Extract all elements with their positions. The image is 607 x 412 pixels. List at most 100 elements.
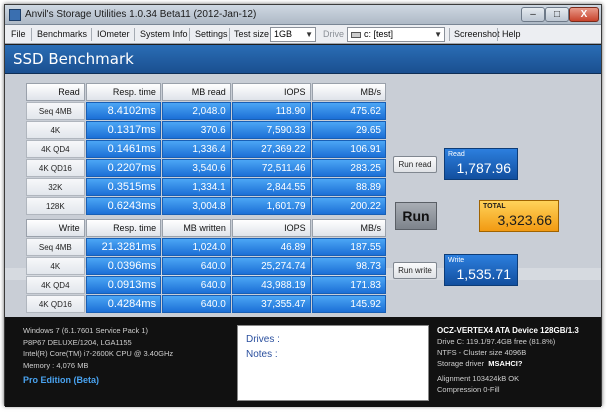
read-column-header: Read — [26, 83, 85, 101]
resp-time-cell: 0.1461ms — [85, 140, 161, 158]
test-size-label: Test size — [234, 29, 270, 39]
test-label: 32K — [26, 178, 85, 196]
mbs-cell: 145.92 — [311, 295, 386, 313]
mbs-cell: 106.91 — [311, 140, 386, 158]
iops-cell: 2,844.55 — [231, 178, 311, 196]
menu-separator — [189, 28, 190, 41]
menu-benchmarks[interactable]: Benchmarks — [37, 28, 87, 42]
mbs-cell: 29.65 — [311, 121, 386, 139]
close-button[interactable]: X — [569, 7, 599, 22]
table-row: 4K 0.0396ms 640.0 25,274.74 98.73 — [26, 257, 386, 275]
mbs-cell: 283.25 — [311, 159, 386, 177]
motherboard-info: P8P67 DELUXE/1204, LGA1155 — [23, 337, 132, 347]
device-name: OCZ-VERTEX4 ATA Device 128GB/1.3 — [437, 326, 579, 335]
test-label: 4K QD16 — [26, 295, 85, 313]
window-title: Anvil's Storage Utilities 1.0.34 Beta11 … — [25, 9, 257, 20]
iops-cell: 1,601.79 — [231, 197, 311, 215]
read-score: 1,787.96 — [456, 160, 512, 176]
edition-label: Pro Edition (Beta) — [23, 375, 99, 385]
menu-screenshot[interactable]: Screenshot — [454, 28, 500, 42]
iops-cell: 27,369.22 — [231, 140, 311, 158]
read-header-row: Read Resp. time MB read IOPS MB/s — [26, 83, 386, 101]
mbs-cell: 98.73 — [311, 257, 386, 275]
resp-time-column-header: Resp. time — [85, 83, 161, 101]
storage-driver-line: Storage driver MSAHCI? — [437, 358, 579, 369]
iops-cell: 43,988.19 — [231, 276, 311, 294]
test-label: 128K — [26, 197, 85, 215]
resp-time-cell: 0.6243ms — [85, 197, 161, 215]
title-bar[interactable]: Anvil's Storage Utilities 1.0.34 Beta11 … — [5, 5, 601, 25]
menu-system-info[interactable]: System Info — [140, 28, 188, 42]
mbs-cell: 200.22 — [311, 197, 386, 215]
minimize-button[interactable]: – — [521, 7, 545, 22]
resp-time-cell: 0.0913ms — [85, 276, 162, 294]
write-score: 1,535.71 — [456, 266, 512, 282]
menu-bar: File Benchmarks IOmeter System Info Sett… — [5, 25, 601, 44]
storage-driver-value: MSAHCI? — [488, 359, 523, 368]
iops-cell: 25,274.74 — [231, 257, 311, 275]
maximize-button[interactable]: □ — [545, 7, 569, 22]
compression-value: Compression 0-Fill — [437, 384, 500, 394]
resp-time-cell: 0.2207ms — [85, 159, 161, 177]
mbs-cell: 171.83 — [311, 276, 386, 294]
table-row: 4K QD4 0.1461ms 1,336.4 27,369.22 106.91 — [26, 140, 386, 158]
iops-cell: 72,511.46 — [231, 159, 311, 177]
resp-time-cell: 0.0396ms — [85, 257, 162, 275]
table-row: 4K QD4 0.0913ms 640.0 43,988.19 171.83 — [26, 276, 386, 294]
test-label: 4K QD4 — [26, 276, 85, 294]
chevron-down-icon: ▼ — [305, 30, 313, 39]
page-title: SSD Benchmark — [13, 50, 134, 68]
alignment-value: Alignment 103424kB OK — [437, 374, 520, 383]
write-column-header: Write — [26, 219, 85, 237]
table-row: Seq 4MB 21.3281ms 1,024.0 46.89 187.55 — [26, 238, 386, 256]
table-row: 128K 0.6243ms 3,004.8 1,601.79 200.22 — [26, 197, 386, 215]
device-info: OCZ-VERTEX4 ATA Device 128GB/1.3 Drive C… — [437, 325, 579, 369]
mb-cell: 640.0 — [162, 295, 231, 313]
benchmark-area: Read Resp. time MB read IOPS MB/s Seq 4M… — [5, 74, 601, 317]
total-score-caption: TOTAL — [483, 203, 506, 210]
total-score: 3,323.66 — [497, 212, 553, 228]
storage-driver-label: Storage driver — [437, 359, 485, 368]
drive-free-info: Drive C: 119.1/97.4GB free (81.8%) — [437, 337, 556, 346]
mbs-cell: 475.62 — [311, 102, 386, 120]
resp-time-column-header: Resp. time — [85, 219, 162, 237]
table-row: 4K QD16 0.4284ms 640.0 37,355.47 145.92 — [26, 295, 386, 313]
test-label: 4K QD16 — [26, 159, 85, 177]
notes-box[interactable]: Drives : Notes : — [237, 325, 429, 401]
run-button[interactable]: Run — [395, 202, 437, 230]
mbs-cell: 88.89 — [311, 178, 386, 196]
menu-file[interactable]: File — [11, 28, 26, 42]
drive-label: Drive — [323, 29, 345, 39]
resp-time-cell: 0.1317ms — [85, 121, 161, 139]
resp-time-cell: 21.3281ms — [85, 238, 162, 256]
mb-cell: 640.0 — [162, 257, 231, 275]
chevron-down-icon: ▼ — [434, 30, 442, 39]
drive-select[interactable]: c: [test] ▼ — [347, 27, 445, 42]
table-row: 4K QD16 0.2207ms 3,540.6 72,511.46 283.2… — [26, 159, 386, 177]
test-size-select[interactable]: 1GB ▼ — [270, 27, 316, 42]
write-score-box: Write 1,535.71 — [444, 254, 518, 286]
run-write-button[interactable]: Run write — [393, 262, 437, 279]
resp-time-cell: 0.4284ms — [85, 295, 162, 313]
run-read-button[interactable]: Run read — [393, 156, 437, 173]
write-header-row: Write Resp. time MB written IOPS MB/s — [26, 219, 386, 237]
iops-column-header: IOPS — [231, 83, 311, 101]
write-score-caption: Write — [448, 257, 465, 264]
mbs-cell: 187.55 — [311, 238, 386, 256]
test-label: 4K QD4 — [26, 140, 85, 158]
test-label: Seq 4MB — [26, 238, 85, 256]
menu-iometer[interactable]: IOmeter — [97, 28, 130, 42]
iops-column-header: IOPS — [231, 219, 311, 237]
info-footer: Windows 7 (6.1.7601 Service Pack 1) P8P6… — [5, 317, 601, 407]
menu-separator — [91, 28, 92, 41]
alignment-info: Alignment 103424kB OK Compression 0-Fill — [437, 374, 519, 395]
menu-settings[interactable]: Settings — [195, 28, 228, 42]
test-label: 4K — [26, 121, 85, 139]
table-row: 4K 0.1317ms 370.6 7,590.33 29.65 — [26, 121, 386, 139]
menu-help[interactable]: Help — [502, 28, 521, 42]
resp-time-cell: 0.3515ms — [85, 178, 161, 196]
memory-info: Memory : 4,076 MB — [23, 360, 89, 370]
resp-time-cell: 8.4102ms — [85, 102, 161, 120]
read-score-box: Read 1,787.96 — [444, 148, 518, 180]
page-header: SSD Benchmark — [5, 45, 601, 74]
